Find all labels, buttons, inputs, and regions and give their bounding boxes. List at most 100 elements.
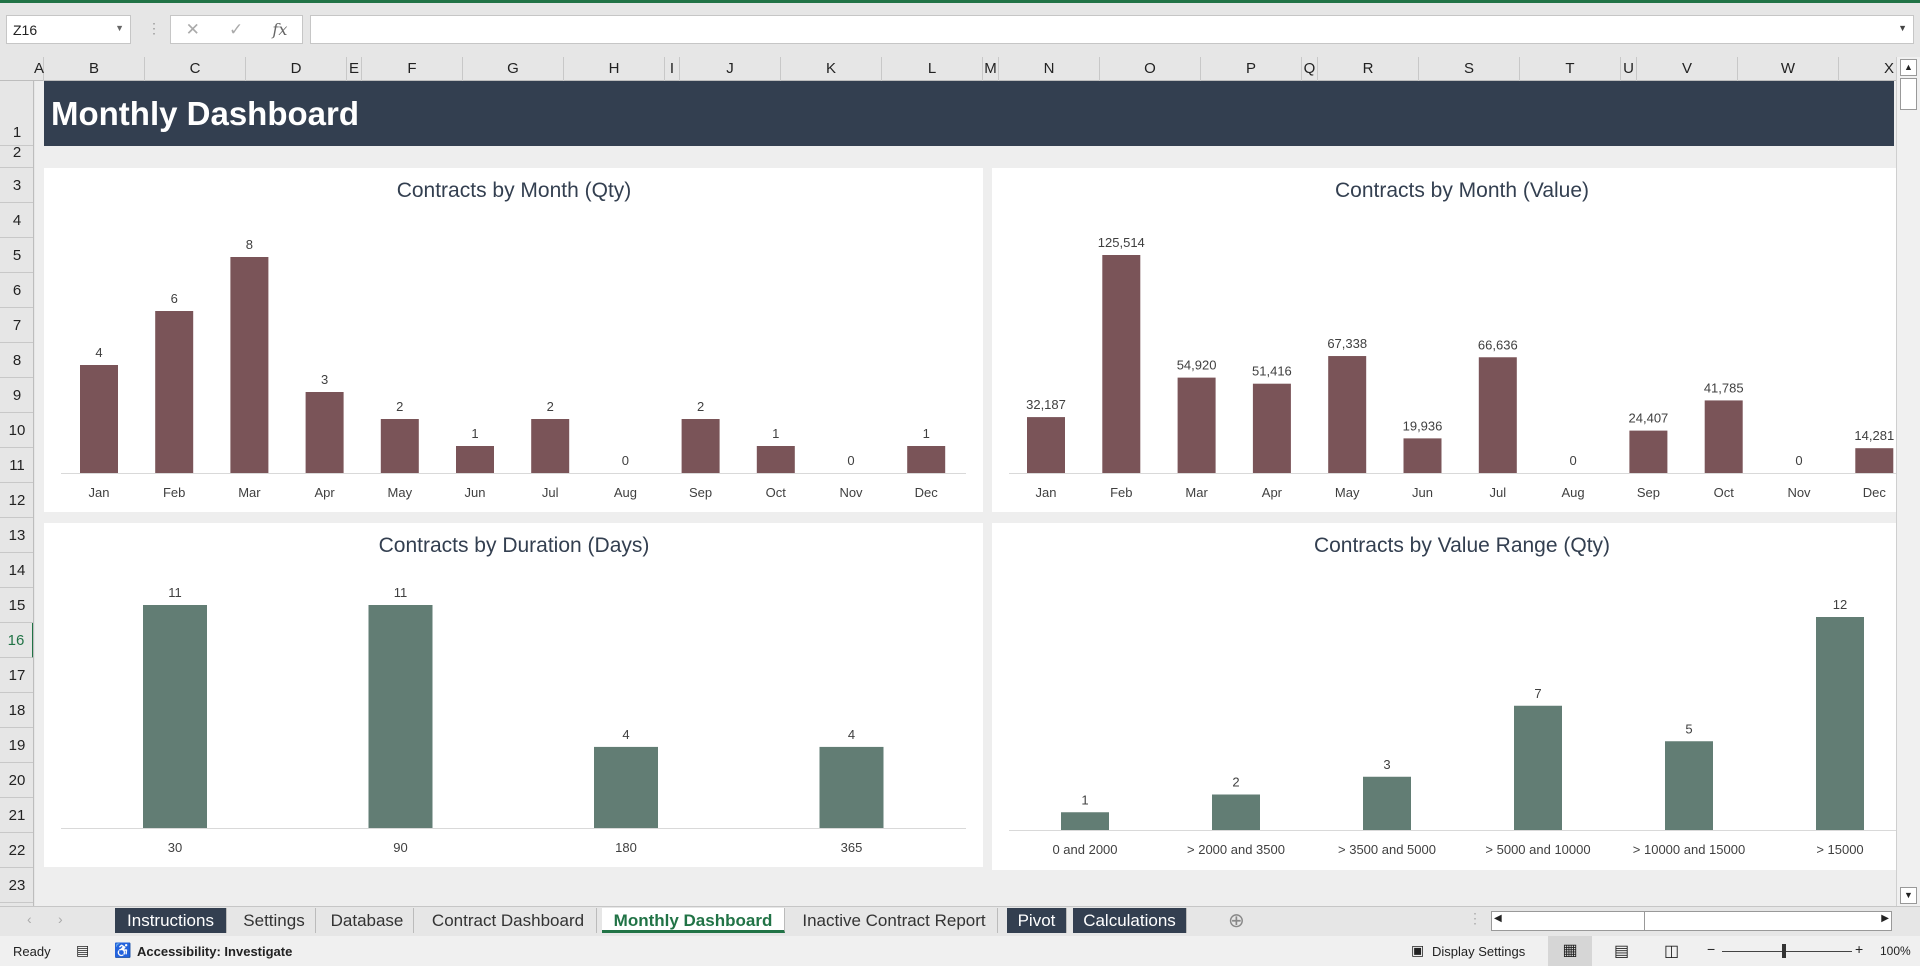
column-header-v[interactable]: V — [1637, 57, 1738, 81]
scroll-left-icon[interactable]: ◀ — [1494, 913, 1502, 924]
chevron-down-icon[interactable]: ▼ — [115, 23, 124, 33]
zoom-slider-thumb[interactable] — [1782, 944, 1786, 958]
zoom-out-icon[interactable]: − — [1707, 941, 1715, 957]
scroll-down-icon[interactable]: ▼ — [1900, 887, 1917, 904]
bar--10000-and-15000 — [1665, 741, 1713, 830]
chart-contracts-by-value-range[interactable]: Contracts by Value Range (Qty) 1 0 and 200… — [992, 523, 1896, 870]
row-header-9[interactable]: 9 — [0, 378, 33, 413]
worksheet-grid[interactable]: Monthly Dashboard Contracts by Month (Qt… — [35, 81, 1896, 906]
row-header-11[interactable]: 11 — [0, 448, 33, 483]
x-tick-label: Jan — [89, 485, 110, 500]
row-header-4[interactable]: 4 — [0, 203, 33, 238]
bar-jan — [1027, 417, 1065, 473]
tab-calculations[interactable]: Calculations — [1073, 908, 1187, 933]
formula-input[interactable]: ▼ — [310, 15, 1914, 44]
column-header-q[interactable]: Q — [1302, 57, 1318, 81]
horizontal-scroll-thumb[interactable] — [1510, 912, 1645, 930]
zoom-level[interactable]: 100% — [1880, 944, 1911, 958]
enter-check-icon[interactable]: ✓ — [229, 20, 243, 40]
chart-contracts-by-duration[interactable]: Contracts by Duration (Days) 11 30 11 90 4 180… — [44, 523, 983, 867]
row-header-7[interactable]: 7 — [0, 308, 33, 343]
display-settings-button[interactable]: Display Settings — [1432, 944, 1525, 959]
column-header-j[interactable]: J — [680, 57, 781, 81]
macro-record-icon[interactable]: ▤ — [76, 942, 89, 959]
column-header-l[interactable]: L — [882, 57, 983, 81]
row-header-22[interactable]: 22 — [0, 833, 33, 868]
row-header-16[interactable]: 16 — [0, 623, 33, 658]
tab-inactive-contract-report[interactable]: Inactive Contract Report — [791, 908, 998, 933]
tab-contract-dashboard[interactable]: Contract Dashboard — [420, 908, 597, 933]
row-header-17[interactable]: 17 — [0, 658, 33, 693]
row-header-13[interactable]: 13 — [0, 518, 33, 553]
vertical-scroll-thumb[interactable] — [1900, 78, 1917, 110]
row-header-20[interactable]: 20 — [0, 763, 33, 798]
row-header-15[interactable]: 15 — [0, 588, 33, 623]
column-header-t[interactable]: T — [1520, 57, 1621, 81]
tab-monthly-dashboard[interactable]: Monthly Dashboard — [602, 908, 785, 933]
expand-formula-icon[interactable]: ▼ — [1898, 23, 1907, 33]
tab-database[interactable]: Database — [321, 908, 414, 933]
scroll-up-icon[interactable]: ▲ — [1900, 59, 1917, 76]
x-tick-label: 90 — [393, 840, 407, 855]
column-header-k[interactable]: K — [781, 57, 882, 81]
display-settings-icon[interactable]: ▣ — [1411, 942, 1424, 959]
column-header-p[interactable]: P — [1201, 57, 1302, 81]
column-header-g[interactable]: G — [463, 57, 564, 81]
accessibility-status[interactable]: Accessibility: Investigate — [137, 944, 292, 959]
row-header-1[interactable]: 1 — [0, 81, 33, 146]
chart-contracts-by-month-value[interactable]: Contracts by Month (Value) 32,187 Jan 125,5… — [992, 168, 1896, 512]
row-header-21[interactable]: 21 — [0, 798, 33, 833]
column-header-u[interactable]: U — [1621, 57, 1637, 81]
chart-contracts-by-month-qty[interactable]: Contracts by Month (Qty) 4 Jan 6 Feb 8 Mar 3 Apr… — [44, 168, 983, 512]
column-header-s[interactable]: S — [1419, 57, 1520, 81]
vertical-scrollbar[interactable]: ▲ ▼ — [1896, 57, 1920, 906]
scroll-right-icon[interactable]: ▶ — [1881, 913, 1889, 924]
accessibility-icon[interactable]: ♿ — [114, 942, 131, 959]
row-header-10[interactable]: 10 — [0, 413, 33, 448]
splitter-icon[interactable]: ⋮ — [1468, 910, 1482, 927]
column-header-h[interactable]: H — [564, 57, 665, 81]
row-header-3[interactable]: 3 — [0, 168, 33, 203]
page-layout-view-icon[interactable]: ▤ — [1614, 941, 1629, 961]
column-header-o[interactable]: O — [1100, 57, 1201, 81]
column-header-n[interactable]: N — [999, 57, 1100, 81]
zoom-in-icon[interactable]: + — [1855, 941, 1863, 957]
tab-instructions[interactable]: Instructions — [115, 908, 227, 933]
tab-scroll-right-icon[interactable]: › — [58, 911, 63, 927]
insert-function-icon[interactable]: fx — [272, 20, 287, 39]
row-header-23[interactable]: 23 — [0, 868, 33, 903]
row-header-6[interactable]: 6 — [0, 273, 33, 308]
name-box[interactable]: Z16 ▼ — [6, 15, 131, 44]
chart-title: Contracts by Month (Qty) — [397, 179, 632, 202]
column-header-m[interactable]: M — [983, 57, 999, 81]
row-header-14[interactable]: 14 — [0, 553, 33, 588]
tab-settings[interactable]: Settings — [233, 908, 316, 933]
column-header-w[interactable]: W — [1738, 57, 1839, 81]
row-header-5[interactable]: 5 — [0, 238, 33, 273]
row-header-19[interactable]: 19 — [0, 728, 33, 763]
row-header-12[interactable]: 12 — [0, 483, 33, 518]
horizontal-scrollbar[interactable]: ◀ ▶ — [1491, 911, 1892, 931]
tab-scroll-left-icon[interactable]: ‹ — [27, 911, 32, 927]
column-header-e[interactable]: E — [347, 57, 362, 81]
row-header-8[interactable]: 8 — [0, 343, 33, 378]
column-header-a[interactable]: A — [34, 57, 44, 81]
data-label: 1 — [772, 426, 779, 441]
tab-pivot[interactable]: Pivot — [1007, 908, 1067, 933]
column-header-d[interactable]: D — [246, 57, 347, 81]
page-break-view-icon[interactable]: ◫ — [1664, 941, 1679, 961]
column-header-c[interactable]: C — [145, 57, 246, 81]
row-header-2[interactable]: 2 — [0, 145, 33, 168]
column-header-r[interactable]: R — [1318, 57, 1419, 81]
column-header-i[interactable]: I — [665, 57, 680, 81]
data-label: 4 — [95, 345, 102, 360]
column-header-b[interactable]: B — [44, 57, 145, 81]
row-header-18[interactable]: 18 — [0, 693, 33, 728]
cancel-icon[interactable]: ✕ — [186, 20, 200, 40]
x-tick-label: Oct — [766, 485, 787, 500]
column-header-f[interactable]: F — [362, 57, 463, 81]
normal-view-icon[interactable]: ▦ — [1548, 936, 1592, 966]
bar-jun — [456, 446, 494, 473]
zoom-slider[interactable] — [1722, 951, 1852, 952]
add-sheet-icon[interactable]: ⊕ — [1228, 908, 1245, 933]
